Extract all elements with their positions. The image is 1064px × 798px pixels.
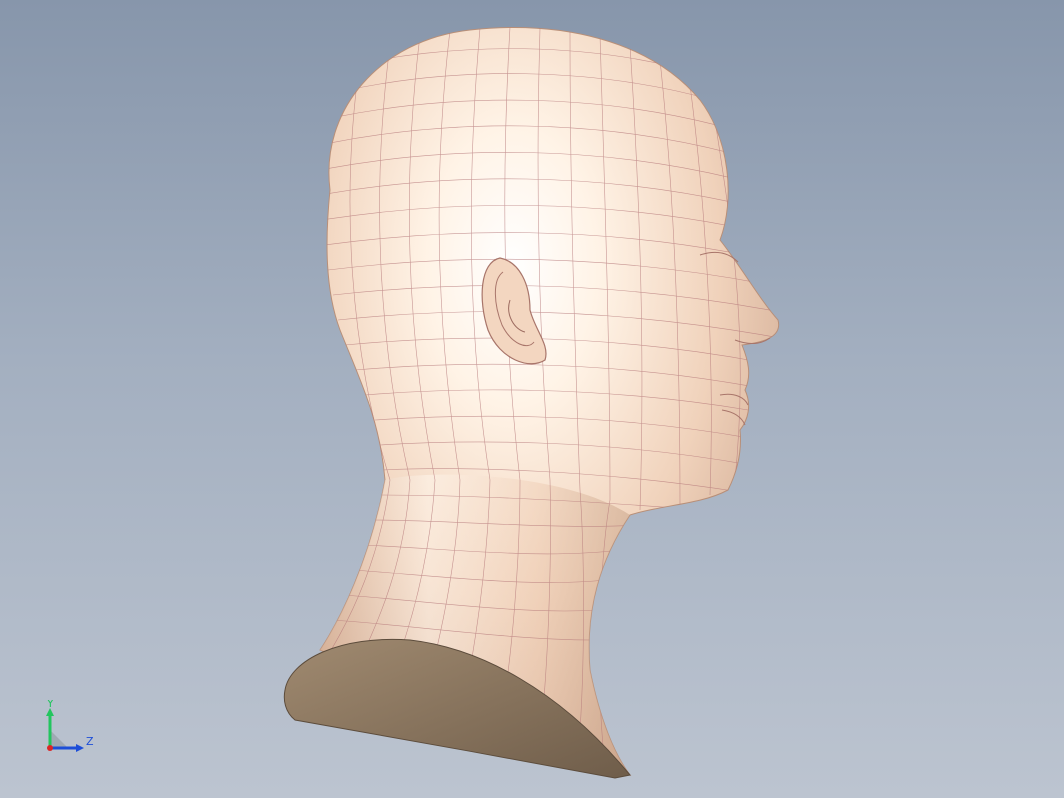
x-axis-origin — [47, 745, 53, 751]
head-model[interactable] — [0, 0, 1064, 798]
3d-viewport[interactable]: Y Z — [0, 0, 1064, 798]
axis-triad: Y Z — [46, 700, 94, 752]
z-axis-arrow — [76, 744, 84, 752]
y-axis-label: Y — [46, 700, 54, 710]
z-axis-label: Z — [86, 735, 94, 748]
triad-plane — [50, 730, 68, 748]
